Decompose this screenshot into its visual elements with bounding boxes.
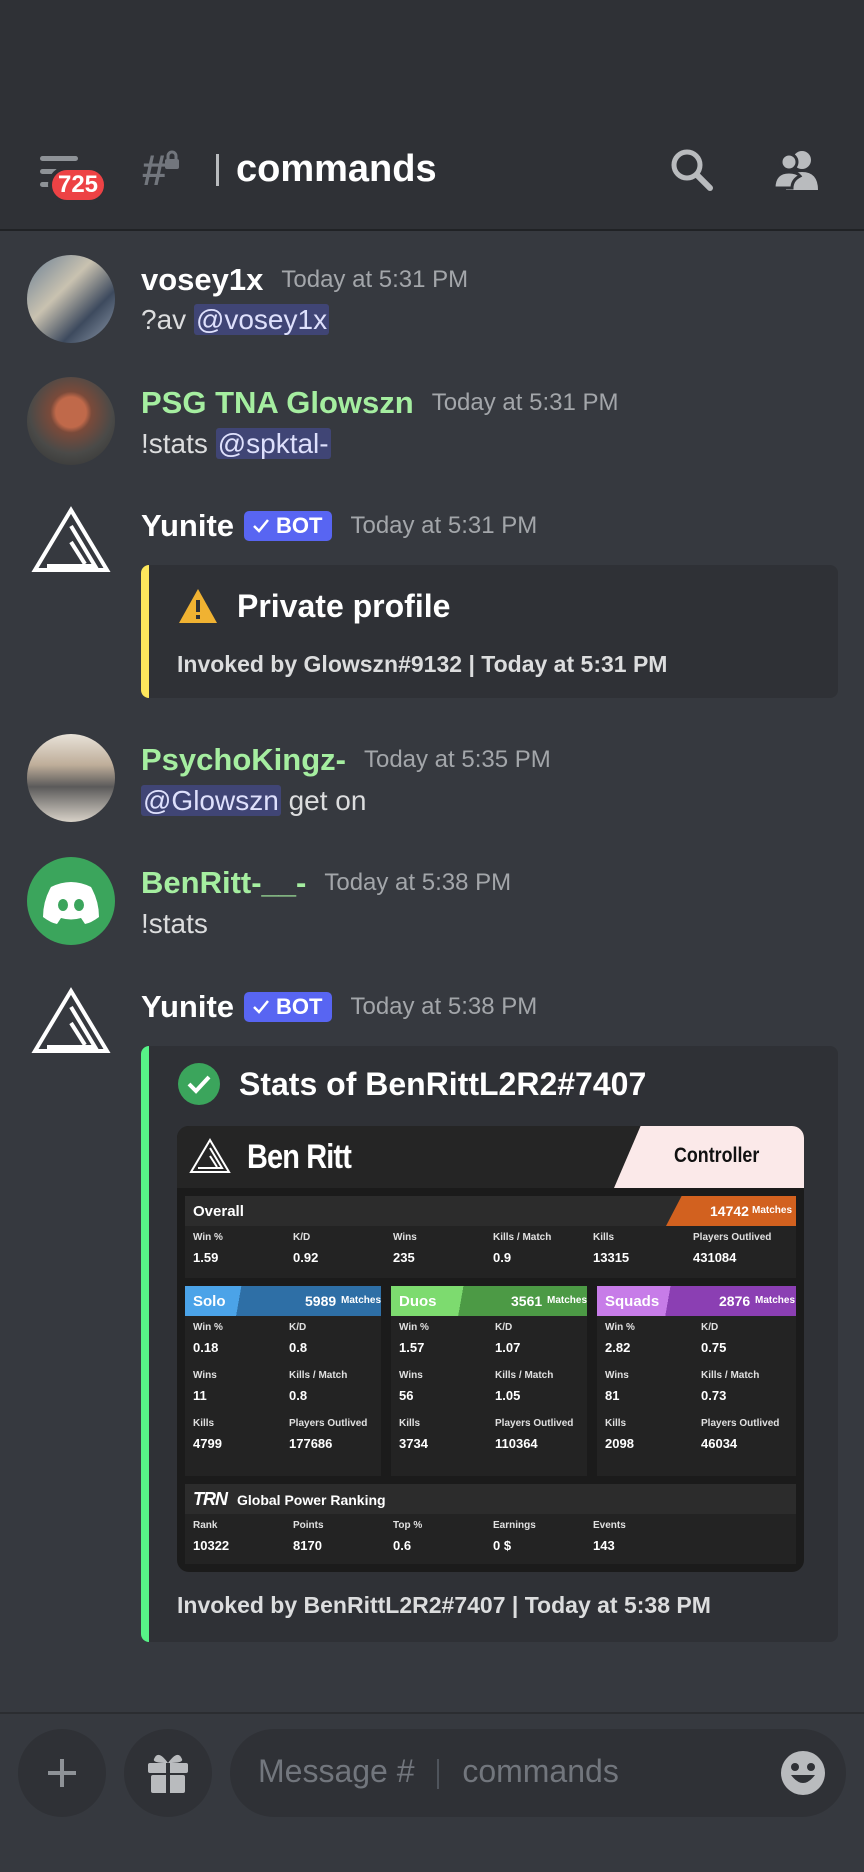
- lock-icon: [165, 150, 179, 169]
- author-name[interactable]: vosey1x: [141, 262, 263, 298]
- overall-header: Overall 14742 Matches: [185, 1196, 796, 1226]
- author-name[interactable]: Yunite: [141, 508, 234, 544]
- player-name: Ben Ritt: [247, 1138, 352, 1176]
- embed-color-bar: [141, 1046, 149, 1642]
- message-text: get on: [280, 785, 367, 816]
- search-icon[interactable]: [668, 146, 716, 194]
- stats-card-image[interactable]: Ben Ritt Controller Overall 14742 Matche…: [177, 1126, 804, 1572]
- duos-header: Duos 3561 Matches: [391, 1286, 587, 1316]
- timestamp: Today at 5:31 PM: [281, 266, 469, 293]
- author-name[interactable]: Yunite: [141, 989, 234, 1025]
- discord-logo-icon: [43, 882, 99, 924]
- trn-logo: TRN: [193, 1489, 228, 1509]
- avatar[interactable]: [27, 734, 115, 822]
- author-name[interactable]: PSG TNA Glowszn: [141, 385, 414, 421]
- gift-icon: [148, 1754, 188, 1793]
- author-name[interactable]: BenRitt-__-: [141, 865, 306, 901]
- check-icon: [253, 1000, 269, 1014]
- emoji-icon[interactable]: [780, 1750, 826, 1796]
- check-circle-icon: [178, 1063, 220, 1105]
- plus-icon: [48, 1759, 76, 1787]
- input-placeholder-prefix: Message #: [258, 1753, 415, 1789]
- embed: Stats of BenRittL2R2#7407 Ben Ritt Contr…: [141, 1046, 838, 1642]
- add-attachment-button[interactable]: [18, 1729, 106, 1817]
- message-text: !stats: [141, 908, 208, 939]
- status-bar: [0, 0, 864, 118]
- yunite-logo-icon: [189, 1138, 231, 1173]
- timestamp: Today at 5:31 PM: [350, 512, 538, 539]
- message-text: ?av: [141, 304, 194, 335]
- avatar[interactable]: [27, 377, 115, 465]
- avatar[interactable]: [27, 255, 115, 343]
- bot-tag: BOT: [244, 992, 333, 1022]
- solo-header: Solo 5989 Matches: [185, 1286, 381, 1316]
- input-type-tag: Controller: [614, 1126, 804, 1188]
- gift-button[interactable]: [124, 1729, 212, 1817]
- warning-icon: [179, 589, 217, 623]
- user-mention[interactable]: @Glowszn: [141, 785, 281, 816]
- check-icon: [253, 519, 269, 533]
- embed-title: Stats of BenRittL2R2#7407: [239, 1065, 647, 1102]
- embed-footer: Invoked by Glowszn#9132 | Today at 5:31 …: [177, 651, 668, 677]
- unread-badge: 725: [48, 166, 108, 204]
- default-discord-avatar[interactable]: [27, 857, 115, 945]
- card-header: Ben Ritt Controller: [177, 1126, 804, 1188]
- message-text: !stats: [141, 428, 216, 459]
- channel-name: commands: [236, 148, 437, 190]
- header-divider: [216, 154, 219, 186]
- user-mention[interactable]: @vosey1x: [193, 304, 330, 335]
- embed-color-bar: [141, 565, 149, 698]
- overall-matches: 14742: [710, 1203, 749, 1219]
- trn-header: TRN Global Power Ranking: [185, 1484, 796, 1514]
- timestamp: Today at 5:35 PM: [363, 746, 551, 773]
- embed: Private profile Invoked by Glowszn#9132 …: [141, 565, 838, 698]
- user-mention[interactable]: @spktal-: [215, 428, 331, 459]
- yunite-logo-avatar[interactable]: [27, 981, 115, 1069]
- timestamp: Today at 5:38 PM: [350, 993, 538, 1020]
- timestamp: Today at 5:31 PM: [431, 389, 619, 416]
- yunite-logo-avatar[interactable]: [27, 500, 115, 588]
- squads-header: Squads 2876 Matches: [597, 1286, 796, 1316]
- embed-title: Private profile: [237, 587, 451, 624]
- author-name[interactable]: PsychoKingz-: [141, 742, 346, 778]
- embed-footer: Invoked by BenRittL2R2#7407 | Today at 5…: [177, 1592, 711, 1618]
- timestamp: Today at 5:38 PM: [324, 869, 512, 896]
- input-placeholder-channel: commands: [462, 1753, 619, 1789]
- members-icon[interactable]: [772, 146, 820, 194]
- message-input[interactable]: Message # commands: [230, 1729, 846, 1817]
- bot-tag: BOT: [244, 511, 333, 541]
